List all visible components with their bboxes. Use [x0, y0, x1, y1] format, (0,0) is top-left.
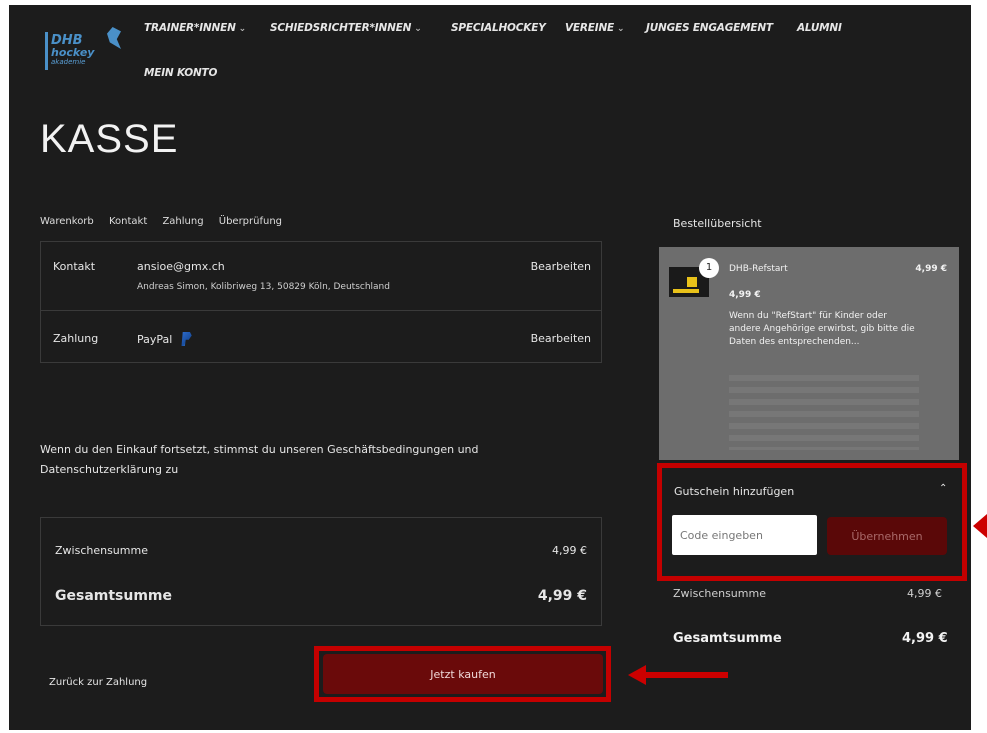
edit-payment-button[interactable]: Bearbeiten [531, 332, 591, 345]
quantity-badge: 1 [699, 258, 719, 278]
edit-contact-button[interactable]: Bearbeiten [531, 260, 591, 273]
order-summary-title: Bestellübersicht [673, 217, 762, 230]
contact-label: Kontakt [53, 260, 96, 273]
highlight-frame-buy [314, 646, 611, 702]
highlight-frame-coupon [657, 463, 967, 581]
breadcrumb-warenkorb[interactable]: Warenkorb [40, 216, 94, 227]
subtotal-label: Zwischensumme [55, 544, 148, 557]
nav-label: SCHIEDSRICHTER*INNEN [270, 22, 412, 34]
nav-label: TRAINER*INNEN [144, 22, 236, 34]
totals-box: Zwischensumme 4,99 € Gesamtsumme 4,99 € [40, 517, 602, 626]
thumb-bar [673, 289, 699, 293]
terms-notice: Wenn du den Einkauf fortsetzt, stimmst d… [40, 443, 479, 476]
arrow-shaft [644, 672, 728, 678]
nav-item-schiedsrichter[interactable]: SCHIEDSRICHTER*INNEN ⌄ [270, 22, 422, 34]
logo-text-akademie: akademie [51, 58, 86, 66]
contact-email: ansioe@gmx.ch [137, 260, 225, 273]
summary-subtotal-label: Zwischensumme [673, 587, 766, 600]
breadcrumb: Warenkorb Kontakt Zahlung Überprüfung [40, 216, 294, 227]
checkout-info-box: Kontakt ansioe@gmx.ch Andreas Simon, Kol… [40, 241, 602, 363]
order-item-card: 1 DHB-Refstart 4,99 € 4,99 € Wenn du "Re… [659, 247, 959, 460]
divider [41, 310, 601, 311]
breadcrumb-kontakt[interactable]: Kontakt [109, 216, 147, 227]
nav-label: ALUMNI [797, 22, 842, 34]
dhb-logo[interactable]: DHB hockey akademie [45, 27, 127, 71]
nav-item-trainer[interactable]: TRAINER*INNEN ⌄ [144, 22, 246, 34]
nav-label: VEREINE [565, 22, 615, 34]
nav-label: JUNGES ENGAGEMENT [646, 22, 773, 34]
product-unit-price: 4,99 € [729, 290, 761, 300]
back-to-payment-link[interactable]: Zurück zur Zahlung [49, 677, 147, 688]
nav-item-vereine[interactable]: VEREINE ⌄ [565, 22, 625, 34]
nav-item-specialhockey[interactable]: SPECIALHOCKEY [451, 22, 546, 34]
page-title: KASSE [40, 117, 179, 161]
thumb-mark [687, 277, 697, 287]
checkout-page: DHB hockey akademie TRAINER*INNEN ⌄ SCHIE… [9, 5, 971, 730]
nav-label: MEIN KONTO [144, 67, 218, 79]
breadcrumb-ueberpruefung: Überprüfung [218, 216, 283, 227]
payment-method-name: PayPal [137, 333, 173, 346]
chevron-down-icon: ⌄ [414, 24, 422, 34]
nav-item-alumni[interactable]: ALUMNI [797, 22, 842, 34]
payment-method: PayPal [137, 332, 192, 346]
arrow-tip-icon [973, 514, 987, 538]
product-description: Wenn du "RefStart" für Kinder oder ander… [729, 311, 915, 347]
nav-label: SPECIALHOCKEY [451, 22, 546, 34]
summary-total-value: 4,99 € [902, 631, 948, 646]
nav-item-mein-konto[interactable]: MEIN KONTO [144, 67, 217, 79]
product-name: DHB-Refstart [729, 264, 788, 274]
total-value: 4,99 € [537, 588, 587, 604]
summary-subtotal-value: 4,99 € [907, 587, 942, 600]
chevron-down-icon: ⌄ [617, 24, 625, 34]
chevron-down-icon: ⌄ [238, 24, 247, 34]
total-label: Gesamtsumme [55, 588, 173, 604]
payment-label: Zahlung [53, 332, 99, 345]
paypal-icon [181, 332, 192, 346]
breadcrumb-zahlung[interactable]: Zahlung [162, 216, 203, 227]
subtotal-value: 4,99 € [552, 544, 587, 557]
arrow-left-icon [628, 665, 728, 685]
contact-address: Andreas Simon, Kolibriweg 13, 50829 Köln… [137, 282, 390, 292]
summary-total-label: Gesamtsumme [673, 631, 782, 646]
description-fade [729, 375, 919, 450]
product-price: 4,99 € [915, 264, 947, 274]
nav-item-junges-engagement[interactable]: JUNGES ENGAGEMENT [646, 22, 773, 34]
